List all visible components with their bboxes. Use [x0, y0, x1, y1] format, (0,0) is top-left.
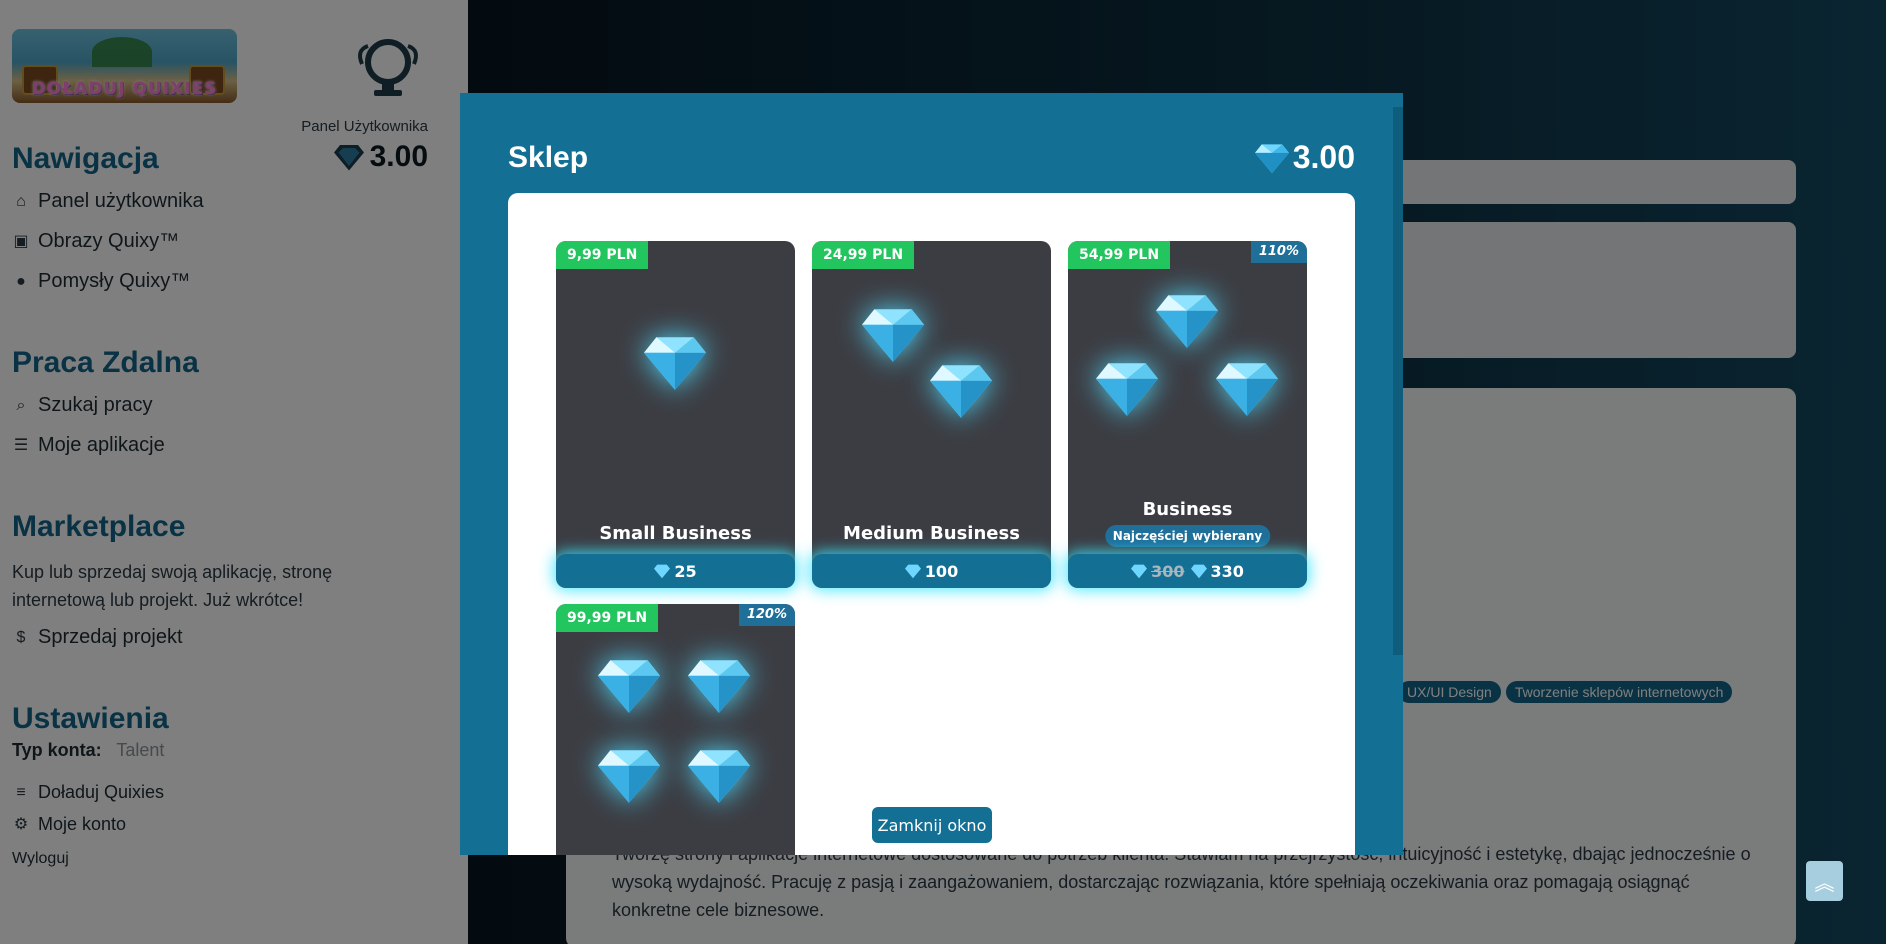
price-badge: 24,99 PLN: [812, 241, 915, 269]
buy-button[interactable]: 100: [812, 554, 1051, 588]
scroll-to-top-button[interactable]: ︽: [1806, 861, 1843, 901]
package-name: Small Business: [599, 523, 752, 544]
price-badge: 54,99 PLN: [1068, 241, 1171, 269]
modal-title: Sklep: [508, 141, 589, 174]
chevron-double-up-icon: ︽: [1814, 872, 1835, 895]
diamond-icon: [862, 309, 924, 362]
most-popular-badge: Najczęściej wybierany: [1104, 525, 1271, 547]
diamond-icon: [654, 564, 671, 579]
bonus-badge: 110%: [1250, 241, 1307, 263]
modal-scrollbar[interactable]: [1393, 107, 1403, 655]
package-name: Medium Business: [843, 523, 1020, 544]
diamond-icon: [688, 660, 750, 713]
price-badge: 99,99 PLN: [556, 604, 659, 632]
diamond-icon: [930, 365, 992, 418]
diamond-icon: [1216, 363, 1278, 416]
package-card-medium-business[interactable]: 24,99 PLN Medium Business 100: [812, 241, 1051, 588]
modal-balance-value: 3.00: [1292, 139, 1355, 175]
diamond-icon: [1096, 363, 1158, 416]
diamond-icon: [1156, 295, 1218, 348]
buy-button[interactable]: 300 330: [1068, 554, 1307, 588]
diamond-icon: [1190, 564, 1207, 579]
package-card-4[interactable]: 99,99 PLN 120%: [556, 604, 795, 855]
price-badge: 9,99 PLN: [556, 241, 649, 269]
diamond-icon: [688, 750, 750, 803]
shop-modal: Sklep 3.00 9,99 PLN Small Business 25 24…: [460, 93, 1403, 855]
bonus-badge: 120%: [738, 604, 795, 626]
gem-amount: 100: [924, 561, 959, 581]
diamond-icon: [1254, 143, 1289, 173]
package-card-business[interactable]: 54,99 PLN 110% Business Najczęściej wybi…: [1068, 241, 1307, 588]
diamond-icon: [1131, 564, 1148, 579]
gem-amount: 330: [1210, 561, 1244, 581]
modal-balance: 3.00: [1254, 139, 1355, 176]
package-name: Business: [1142, 499, 1233, 520]
diamond-icon: [644, 337, 706, 390]
close-modal-button[interactable]: Zamknij okno: [872, 807, 992, 843]
shop-packages: 9,99 PLN Small Business 25 24,99 PLN Med…: [508, 193, 1355, 855]
gem-amount: 25: [674, 561, 697, 581]
diamond-icon: [598, 660, 660, 713]
diamond-icon: [598, 750, 660, 803]
package-card-small-business[interactable]: 9,99 PLN Small Business 25: [556, 241, 795, 588]
buy-button[interactable]: 25: [556, 554, 795, 588]
old-gem-amount: 300: [1151, 561, 1185, 581]
diamond-icon: [904, 564, 921, 579]
